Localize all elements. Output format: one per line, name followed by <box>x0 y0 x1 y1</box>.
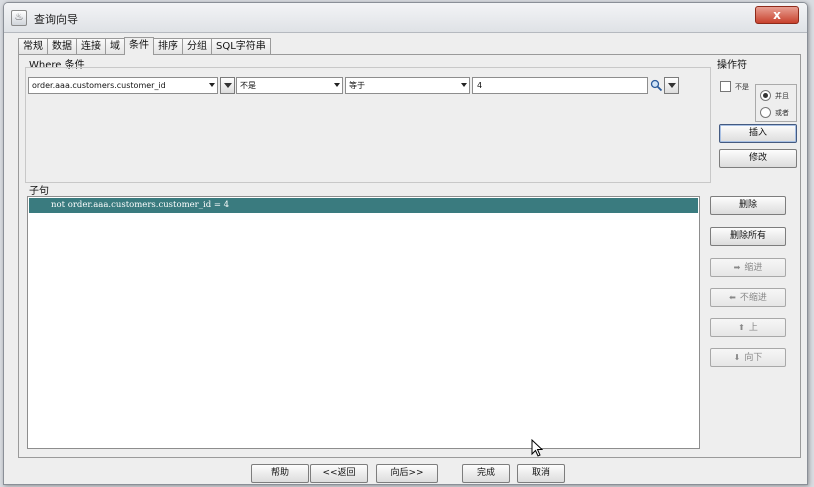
not-checkbox[interactable] <box>720 81 731 92</box>
tab-conditions[interactable]: 条件 <box>124 37 154 55</box>
value-options-button[interactable] <box>664 77 679 94</box>
chevron-down-icon <box>334 83 340 87</box>
tab-sql-string[interactable]: SQL字符串 <box>211 38 271 55</box>
clause-label: 子句 <box>29 186 49 197</box>
cancel-button[interactable]: 取消 <box>517 464 565 483</box>
tab-join[interactable]: 连接 <box>76 38 106 55</box>
tab-fields[interactable]: 域 <box>105 38 125 55</box>
chevron-down-icon <box>209 83 215 87</box>
unindent-button-label: 不缩进 <box>739 293 767 303</box>
delete-all-button[interactable]: 删除所有 <box>710 227 786 246</box>
delete-button[interactable]: 删除 <box>710 196 786 215</box>
window-title: 查询向导 <box>34 13 78 26</box>
indent-button-label: 缩进 <box>744 263 763 273</box>
move-up-button[interactable]: ⬆ 上 <box>710 318 786 337</box>
and-radio-label: 并且 <box>775 92 789 100</box>
close-button[interactable]: x <box>755 6 799 24</box>
search-icon[interactable] <box>650 79 663 92</box>
column-combo[interactable]: order.aaa.customers.customer_id <box>28 77 218 94</box>
wizard-button-bar: 帮助 <<返回 向后>> 完成 取消 <box>4 460 807 484</box>
help-button[interactable]: 帮助 <box>251 464 309 483</box>
title-bar[interactable]: ♨ 查询向导 x <box>4 3 807 33</box>
arrow-left-icon: ⬅ <box>729 293 736 302</box>
unindent-button[interactable]: ⬅ 不缩进 <box>710 288 786 307</box>
or-radio[interactable] <box>760 107 771 118</box>
operators-label: 操作符 <box>717 60 747 71</box>
next-button[interactable]: 向后>> <box>376 464 438 483</box>
operator-combo-value: 等于 <box>349 81 365 90</box>
java-app-icon: ♨ <box>11 10 27 26</box>
arrow-right-icon: ➡ <box>733 263 741 272</box>
finish-button[interactable]: 完成 <box>462 464 510 483</box>
conditions-panel: Where 条件 order.aaa.customers.customer_id… <box>18 54 801 458</box>
indent-button[interactable]: ➡ 缩进 <box>710 258 786 277</box>
query-wizard-window: ♨ 查询向导 x 常规 数据 连接 域 条件 排序 分组 SQL字符串 Wher… <box>3 2 808 485</box>
value-input[interactable]: 4 <box>472 77 648 94</box>
chevron-down-icon <box>461 83 467 87</box>
column-options-button[interactable] <box>220 77 235 94</box>
move-down-button-label: 向下 <box>744 353 763 363</box>
move-down-button[interactable]: ⬇ 向下 <box>710 348 786 367</box>
tab-sort[interactable]: 排序 <box>153 38 183 55</box>
triangle-down-icon <box>668 83 676 88</box>
clause-row-selected[interactable]: not order.aaa.customers.customer_id = 4 <box>29 198 698 213</box>
modify-button[interactable]: 修改 <box>719 149 797 168</box>
arrow-down-icon: ⬇ <box>733 353 741 362</box>
move-up-button-label: 上 <box>748 323 758 333</box>
not-checkbox-label: 不是 <box>735 83 749 91</box>
operator-combo[interactable]: 等于 <box>345 77 470 94</box>
mouse-cursor-icon <box>531 439 543 457</box>
operators-group: 操作符 不是 并且 或者 插入 修改 <box>717 60 797 183</box>
not-combo[interactable]: 不是 <box>236 77 343 94</box>
tab-general[interactable]: 常规 <box>18 38 48 55</box>
tab-data[interactable]: 数据 <box>47 38 77 55</box>
not-combo-value: 不是 <box>240 81 256 90</box>
or-radio-label: 或者 <box>775 109 789 117</box>
arrow-up-icon: ⬆ <box>738 323 745 332</box>
and-or-radio-group: 并且 或者 <box>755 84 797 122</box>
insert-button[interactable]: 插入 <box>719 124 797 143</box>
back-button[interactable]: <<返回 <box>310 464 368 483</box>
triangle-down-icon <box>224 83 232 88</box>
tab-bar: 常规 数据 连接 域 条件 排序 分组 SQL字符串 <box>18 37 271 55</box>
tab-group[interactable]: 分组 <box>182 38 212 55</box>
column-combo-value: order.aaa.customers.customer_id <box>32 81 166 90</box>
where-group: order.aaa.customers.customer_id 不是 等于 4 <box>25 67 711 183</box>
and-radio[interactable] <box>760 90 771 101</box>
clause-list[interactable]: not order.aaa.customers.customer_id = 4 <box>27 196 700 449</box>
